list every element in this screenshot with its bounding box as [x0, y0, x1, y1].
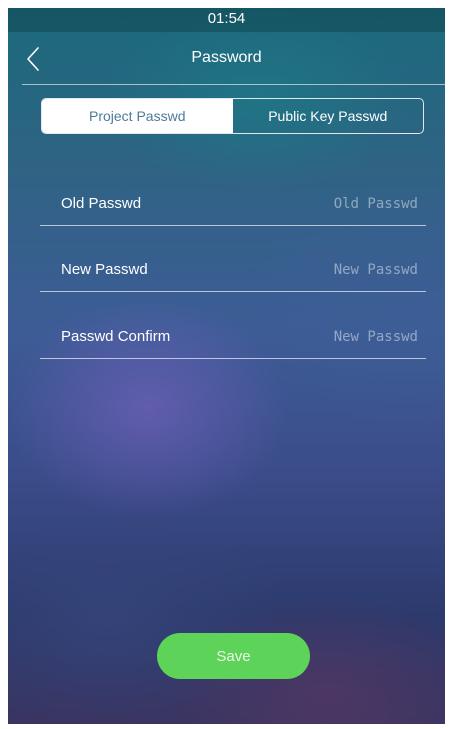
header-divider: [22, 84, 445, 85]
tab-project-passwd[interactable]: Project Passwd: [42, 99, 233, 133]
status-time: 01:54: [207, 10, 246, 27]
page-title: Password: [191, 49, 262, 66]
passwd-confirm-input[interactable]: [218, 325, 418, 349]
header: Password: [8, 34, 445, 84]
status-bar: 01:54: [8, 8, 445, 32]
tab-bar: Project Passwd Public Key Passwd: [41, 98, 424, 134]
new-passwd-label: New Passwd: [61, 261, 148, 278]
save-button[interactable]: Save: [157, 633, 310, 679]
passwd-confirm-label: Passwd Confirm: [61, 328, 171, 345]
passwd-confirm-row: Passwd Confirm: [40, 315, 426, 359]
old-passwd-input[interactable]: [218, 192, 418, 216]
new-passwd-row: New Passwd: [40, 248, 426, 292]
old-passwd-row: Old Passwd: [40, 182, 426, 226]
old-passwd-label: Old Passwd: [61, 195, 142, 212]
tab-public-key-passwd[interactable]: Public Key Passwd: [233, 99, 424, 133]
new-passwd-input[interactable]: [218, 258, 418, 282]
device-screen: 01:54 Password Project Passwd Public Key…: [8, 8, 445, 724]
